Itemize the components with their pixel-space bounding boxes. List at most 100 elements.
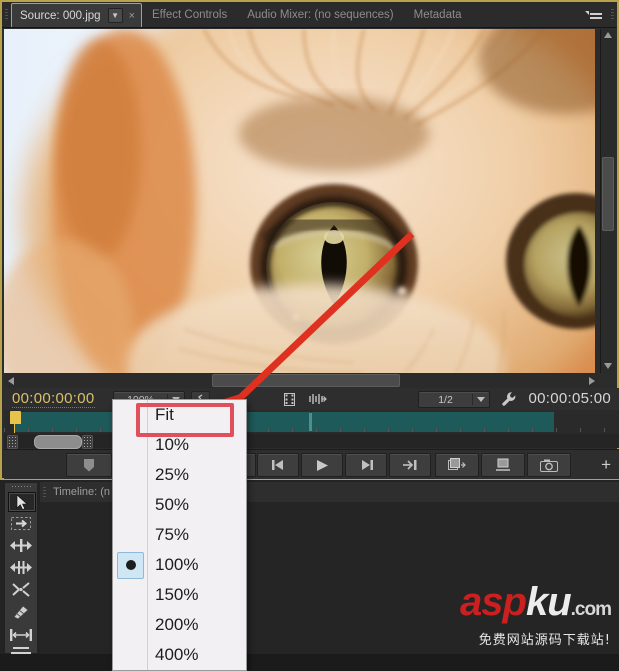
menu-item-75[interactable]: 75% xyxy=(113,520,246,550)
razor-icon xyxy=(13,605,29,620)
menu-item-label: 10% xyxy=(155,435,190,454)
goto-out-icon xyxy=(403,460,417,470)
watermark: aspku.com 免费网站源码下载站! xyxy=(460,580,612,648)
panel-grip-handle[interactable] xyxy=(2,2,11,27)
tab-audio-mixer[interactable]: Audio Mixer: (no sequences) xyxy=(237,2,404,27)
arrow-cursor-icon xyxy=(16,494,28,510)
premiere-pro-window: Source: 000.jpg ▼ × Effect Controls Audi… xyxy=(0,0,619,671)
tab-effect-controls-label: Effect Controls xyxy=(152,8,228,21)
menu-item-10[interactable]: 10% xyxy=(113,430,246,460)
tools-panel xyxy=(4,482,38,654)
close-icon[interactable]: × xyxy=(129,10,135,22)
menu-item-50[interactable]: 50% xyxy=(113,490,246,520)
playback-resolution-value: 1/2 xyxy=(438,393,453,406)
playhead-marker[interactable] xyxy=(10,411,21,433)
menu-item-100[interactable]: 100% xyxy=(113,550,246,580)
menu-item-400[interactable]: 400% xyxy=(113,640,246,670)
camera-icon xyxy=(540,459,558,472)
chevron-down-icon[interactable] xyxy=(473,397,489,402)
slip-icon xyxy=(10,629,32,641)
scroll-right-arrow-icon[interactable] xyxy=(589,377,595,385)
zoom-level-menu[interactable]: Fit 10% 25% 50% 75% 100% 150% 200% 400% xyxy=(112,399,247,671)
zoom-scroll-thumb[interactable] xyxy=(34,435,82,449)
export-frame-button[interactable] xyxy=(527,453,571,477)
scroll-down-arrow-icon[interactable] xyxy=(604,363,612,369)
rolling-edit-tool[interactable] xyxy=(8,558,34,576)
play-stop-button[interactable] xyxy=(301,453,343,477)
tabbar-spacer xyxy=(472,2,579,27)
menu-item-label: 400% xyxy=(155,645,199,664)
monitor-time-ruler[interactable] xyxy=(4,410,619,434)
watermark-part-a: asp xyxy=(460,580,527,624)
step-back-icon xyxy=(271,460,283,470)
menu-item-25[interactable]: 25% xyxy=(113,460,246,490)
tools-grip-handle[interactable] xyxy=(11,485,31,489)
scroll-up-arrow-icon[interactable] xyxy=(604,32,612,38)
tab-source-label: Source: 000.jpg xyxy=(20,9,101,22)
settings-button[interactable] xyxy=(500,391,518,407)
rate-stretch-icon xyxy=(12,581,30,597)
menu-item-fit[interactable]: Fit xyxy=(113,400,246,430)
play-icon xyxy=(316,459,328,471)
panel-menu-icon xyxy=(585,9,602,20)
monitor-timecode-row: 00:00:00:00 100% xyxy=(4,388,619,410)
add-marker-button[interactable] xyxy=(66,453,112,477)
rate-stretch-tool[interactable] xyxy=(8,580,34,598)
ripple-edit-tool[interactable] xyxy=(8,536,34,554)
track-select-tool[interactable] xyxy=(8,514,34,532)
tab-source-000jpg[interactable]: Source: 000.jpg ▼ × xyxy=(11,3,142,27)
overwrite-icon xyxy=(496,458,510,471)
tab-audio-mixer-label: Audio Mixer: (no sequences) xyxy=(247,8,394,21)
film-frame-icon xyxy=(283,392,295,406)
timeline-tab-label[interactable]: Timeline: (n xyxy=(53,486,110,498)
watermark-part-c: .com xyxy=(570,599,612,620)
audio-waveform-icon xyxy=(309,394,327,404)
razor-tool[interactable] xyxy=(8,603,34,621)
playback-resolution-dropdown[interactable]: 1/2 xyxy=(418,391,490,408)
monitor-vertical-scrollbar[interactable] xyxy=(600,29,615,373)
panel-grip-handle-right[interactable] xyxy=(608,2,617,27)
tab-metadata[interactable]: Metadata xyxy=(403,2,472,27)
insert-button[interactable] xyxy=(435,453,479,477)
duration-timecode[interactable]: 00:00:05:00 xyxy=(528,390,611,407)
frame-view-button[interactable] xyxy=(282,392,296,406)
goto-out-button[interactable] xyxy=(389,453,431,477)
source-monitor-panel: Source: 000.jpg ▼ × Effect Controls Audi… xyxy=(0,0,619,480)
source-image-viewport[interactable] xyxy=(4,29,595,373)
step-forward-button[interactable] xyxy=(345,453,387,477)
horizontal-scroll-thumb[interactable] xyxy=(212,374,400,387)
scroll-left-arrow-icon[interactable] xyxy=(8,377,14,385)
watermark-subtitle: 免费网站源码下载站! xyxy=(478,633,611,648)
monitor-zoom-scrollbar[interactable] xyxy=(4,434,619,449)
wrench-icon xyxy=(502,392,516,406)
menu-item-label: Fit xyxy=(155,405,174,424)
menu-item-150[interactable]: 150% xyxy=(113,580,246,610)
audio-waveform-button[interactable] xyxy=(309,393,327,405)
slip-tool[interactable] xyxy=(8,626,34,644)
zoom-left-grip[interactable] xyxy=(7,435,18,449)
zoom-right-grip[interactable] xyxy=(82,435,93,449)
menu-item-label: 50% xyxy=(155,495,190,514)
ruler-marker[interactable] xyxy=(309,413,312,431)
track-select-icon xyxy=(11,516,31,530)
insert-icon xyxy=(448,458,466,470)
menu-item-200[interactable]: 200% xyxy=(113,610,246,640)
chevron-down-icon[interactable]: ▼ xyxy=(107,8,123,23)
overwrite-button[interactable] xyxy=(481,453,525,477)
menu-item-label: 150% xyxy=(155,585,199,604)
panel-menu-button[interactable] xyxy=(579,2,608,27)
timeline-grip-handle[interactable] xyxy=(40,485,49,499)
watermark-part-b: ku xyxy=(525,580,572,624)
menu-item-label: 75% xyxy=(155,525,190,544)
tab-metadata-label: Metadata xyxy=(413,8,462,21)
ripple-edit-icon xyxy=(10,538,32,552)
menu-item-label: 100% xyxy=(155,555,199,574)
vertical-scroll-thumb[interactable] xyxy=(602,157,614,231)
step-back-button[interactable] xyxy=(257,453,299,477)
tab-effect-controls[interactable]: Effect Controls xyxy=(142,2,238,27)
selection-tool[interactable] xyxy=(8,492,36,512)
marker-icon xyxy=(84,458,94,471)
button-editor-button[interactable]: + xyxy=(601,456,611,473)
monitor-horizontal-scrollbar[interactable] xyxy=(4,373,599,388)
playhead-timecode[interactable]: 00:00:00:00 xyxy=(12,390,95,408)
